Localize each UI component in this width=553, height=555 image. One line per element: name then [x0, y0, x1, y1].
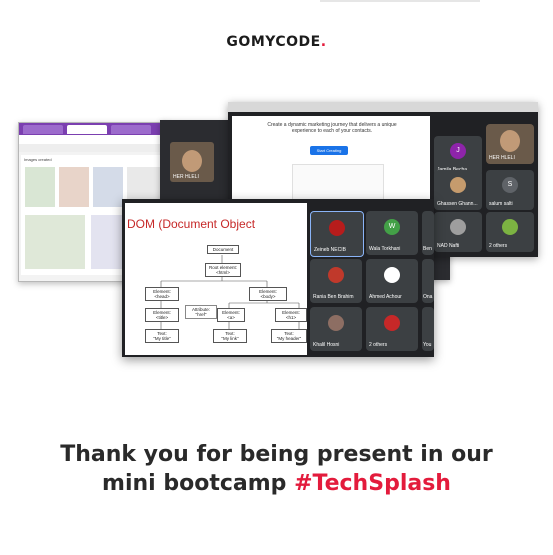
browser-tab[interactable]	[111, 125, 151, 134]
participant-name: 2 others	[489, 243, 508, 249]
participant-avatar	[450, 219, 466, 235]
participant-name: Wala Torkhani	[369, 246, 401, 252]
dom-node-text-header: Text: "My header"	[271, 329, 307, 343]
participant-name: Ben	[423, 246, 432, 252]
participant-avatar: S	[502, 177, 518, 193]
thumbnail-block	[25, 167, 55, 207]
thank-you-line-2: mini bootcamp #TechSplash	[0, 469, 553, 498]
participant-name: salum salti	[489, 201, 513, 207]
participant-tile[interactable]: Khalil Hosni	[310, 307, 362, 351]
participant-avatar	[329, 220, 345, 236]
dom-node-body: Element: <body>	[249, 287, 287, 301]
browser-tab-strip	[19, 123, 169, 135]
dom-node-a: Element: <a>	[217, 308, 245, 322]
thumbnail-block	[59, 167, 89, 207]
participant-avatar	[450, 177, 466, 193]
brand-dot: .	[320, 34, 327, 50]
dom-node-head: Element: <head>	[145, 287, 179, 301]
thumbnail-block	[93, 167, 123, 207]
dom-node-text-title: Text: "My title"	[145, 329, 179, 343]
dom-node-document: Document	[207, 245, 239, 254]
participant-tile[interactable]: Ona	[422, 259, 434, 303]
shared-headline: Create a dynamic marketing journey that …	[267, 122, 397, 134]
participant-tile[interactable]: Ghassen Ghann...	[434, 170, 482, 210]
participant-face	[182, 150, 202, 172]
participants-panel: Zeineb NECIB W Wala Torkhani Ben Rania B…	[310, 203, 434, 355]
participant-tile-others[interactable]: 2 others	[486, 212, 534, 252]
participant-name: Khalil Hosni	[313, 342, 340, 348]
browser-tab-active[interactable]	[67, 125, 107, 134]
dom-node-attribute: Attribute: "href"	[185, 305, 217, 319]
participant-avatar	[502, 219, 518, 235]
dom-node-title: Element: <title>	[145, 308, 179, 322]
participant-name: You	[423, 342, 432, 348]
dom-slide: DOM (Document Object Document Root eleme	[125, 203, 307, 355]
participant-avatar	[328, 267, 344, 283]
brand-logo: GOMYCODE.	[0, 34, 553, 50]
participant-name: Ghassen Ghann...	[437, 201, 478, 207]
dom-node-h1: Element: <h1>	[275, 308, 307, 322]
participant-avatar	[328, 315, 344, 331]
participant-camera-tile[interactable]: HER HLELI	[486, 124, 534, 164]
participant-tile[interactable]: NAD Nafti	[434, 212, 482, 252]
participant-tile[interactable]: Ahmed Achour	[366, 259, 418, 303]
camera-label: HER HLELI	[173, 174, 199, 180]
participant-tile-others[interactable]: 2 others	[366, 307, 418, 351]
window-titlebar	[228, 102, 538, 112]
dom-node-root-element: Root element: <html>	[205, 263, 241, 277]
participant-name: Ona	[423, 294, 433, 300]
participant-name: HER HLELI	[489, 155, 515, 161]
thumbnail-block	[25, 215, 85, 269]
participant-tile-self[interactable]: You	[422, 307, 434, 351]
hashtag: #TechSplash	[294, 471, 451, 496]
participant-face	[500, 130, 520, 152]
participant-name: Zeineb NECIB	[314, 247, 346, 253]
participant-avatar	[384, 267, 400, 283]
participant-name: Ahmed Achour	[369, 294, 402, 300]
participant-tile[interactable]: Rania Ben Brahim	[310, 259, 362, 303]
thank-you-line-1: Thank you for being present in our	[60, 442, 493, 467]
app-toolbar	[19, 144, 169, 152]
spreadsheet-title: Images created	[24, 157, 52, 162]
participant-tile[interactable]: W Wala Torkhani	[366, 211, 418, 255]
thank-you-line-2-text: mini bootcamp	[102, 471, 295, 496]
participant-name: 2 others	[369, 342, 388, 348]
meet-screenshot-front: DOM (Document Object Document Root eleme	[122, 199, 434, 357]
participant-avatar	[384, 315, 400, 331]
participant-name: Rania Ben Brahim	[313, 294, 354, 300]
participant-tile[interactable]: Ben	[422, 211, 434, 255]
camera-tile: HER HLELI	[170, 142, 214, 182]
dom-node-text-link: Text: "My link"	[213, 329, 247, 343]
participant-avatar: W	[384, 219, 400, 235]
top-divider	[320, 0, 480, 2]
participant-tile-active[interactable]: Zeineb NECIB	[310, 211, 364, 257]
participant-tile[interactable]: S salum salti	[486, 170, 534, 210]
browser-tab[interactable]	[23, 125, 63, 134]
participant-name: NAD Nafti	[437, 243, 460, 249]
participant-avatar: J	[450, 143, 466, 159]
brand-name: GOMYCODE	[226, 34, 321, 50]
thank-you-message: Thank you for being present in our mini …	[0, 440, 553, 498]
start-creating-button[interactable]: Start Creating	[310, 146, 348, 155]
